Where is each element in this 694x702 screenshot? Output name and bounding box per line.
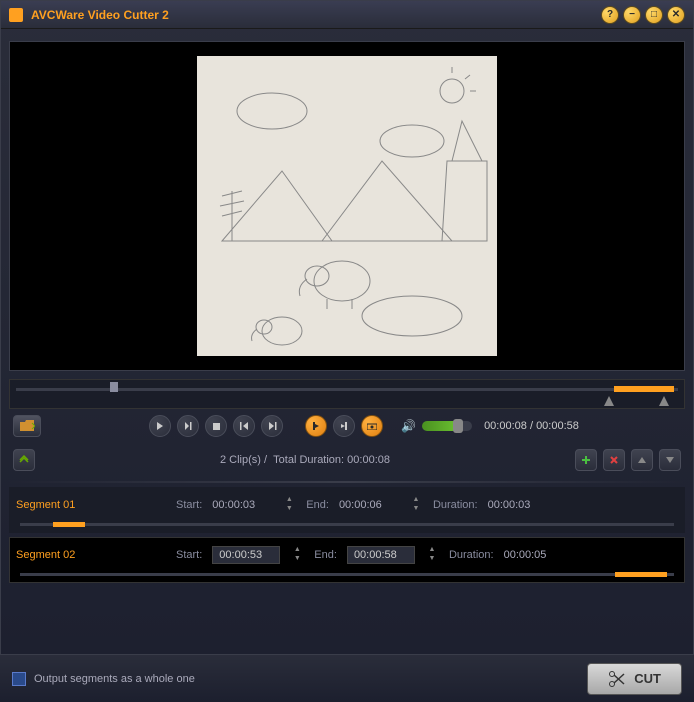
open-file-button[interactable] <box>13 415 41 437</box>
duration-value: 00:00:05 <box>504 549 564 561</box>
scissors-icon <box>608 670 626 688</box>
next-button[interactable] <box>261 415 283 437</box>
volume-thumb[interactable] <box>453 419 463 433</box>
window-title: AVCWare Video Cutter 2 <box>31 8 601 22</box>
minimize-button[interactable]: − <box>623 6 641 24</box>
mark-in-button[interactable] <box>305 415 327 437</box>
start-input[interactable] <box>212 546 280 564</box>
close-button[interactable]: ✕ <box>667 6 685 24</box>
time-display: 00:00:08 / 00:00:58 <box>484 420 579 432</box>
segment-name: Segment 02 <box>16 549 166 561</box>
video-preview <box>9 41 685 371</box>
step-button[interactable] <box>177 415 199 437</box>
cut-button[interactable]: CUT <box>587 663 682 695</box>
play-button[interactable] <box>149 415 171 437</box>
playhead-marker[interactable] <box>110 382 118 392</box>
end-value: 00:00:06 <box>339 499 399 511</box>
delete-clip-button[interactable] <box>603 449 625 471</box>
selection-range[interactable] <box>614 386 674 392</box>
stop-button[interactable] <box>205 415 227 437</box>
volume-slider[interactable] <box>422 421 472 431</box>
duration-label: Duration: <box>433 499 478 511</box>
cut-label: CUT <box>634 671 661 686</box>
start-spinner[interactable]: ▲▼ <box>282 496 296 514</box>
output-whole-checkbox[interactable] <box>12 672 26 686</box>
move-up-button[interactable] <box>631 449 653 471</box>
snapshot-button[interactable] <box>361 415 383 437</box>
maximize-button[interactable]: □ <box>645 6 663 24</box>
end-label: End: <box>314 549 337 561</box>
duration-value: 00:00:03 <box>488 499 548 511</box>
start-value: 00:00:03 <box>212 499 272 511</box>
start-spinner[interactable]: ▲▼ <box>290 546 304 564</box>
end-spinner[interactable]: ▲▼ <box>425 546 439 564</box>
add-clip-button[interactable] <box>575 449 597 471</box>
segment-row[interactable]: Segment 02 Start: ▲▼ End: ▲▼ Duration: 0… <box>9 537 685 583</box>
clips-summary: 2 Clip(s) / Total Duration: 00:00:08 <box>35 454 575 466</box>
playback-controls: 🔊 00:00:08 / 00:00:58 <box>9 409 685 443</box>
timeline[interactable] <box>9 379 685 409</box>
duration-label: Duration: <box>449 549 494 561</box>
video-frame <box>197 56 497 356</box>
end-input[interactable] <box>347 546 415 564</box>
footer: Output segments as a whole one CUT <box>0 654 694 702</box>
start-label: Start: <box>176 549 202 561</box>
collapse-button[interactable] <box>13 449 35 471</box>
move-down-button[interactable] <box>659 449 681 471</box>
titlebar[interactable]: AVCWare Video Cutter 2 ? − □ ✕ <box>1 1 693 29</box>
start-label: Start: <box>176 499 202 511</box>
end-label: End: <box>306 499 329 511</box>
segment-name: Segment 01 <box>16 499 166 511</box>
mark-out-button[interactable] <box>333 415 355 437</box>
end-spinner[interactable]: ▲▼ <box>409 496 423 514</box>
app-logo-icon <box>9 8 23 22</box>
segment-row[interactable]: Segment 01 Start: 00:00:03 ▲▼ End: 00:00… <box>9 487 685 533</box>
help-button[interactable]: ? <box>601 6 619 24</box>
segment-list: Segment 01 Start: 00:00:03 ▲▼ End: 00:00… <box>9 487 685 583</box>
output-whole-label: Output segments as a whole one <box>34 673 587 685</box>
prev-button[interactable] <box>233 415 255 437</box>
volume-icon[interactable]: 🔊 <box>401 419 416 433</box>
